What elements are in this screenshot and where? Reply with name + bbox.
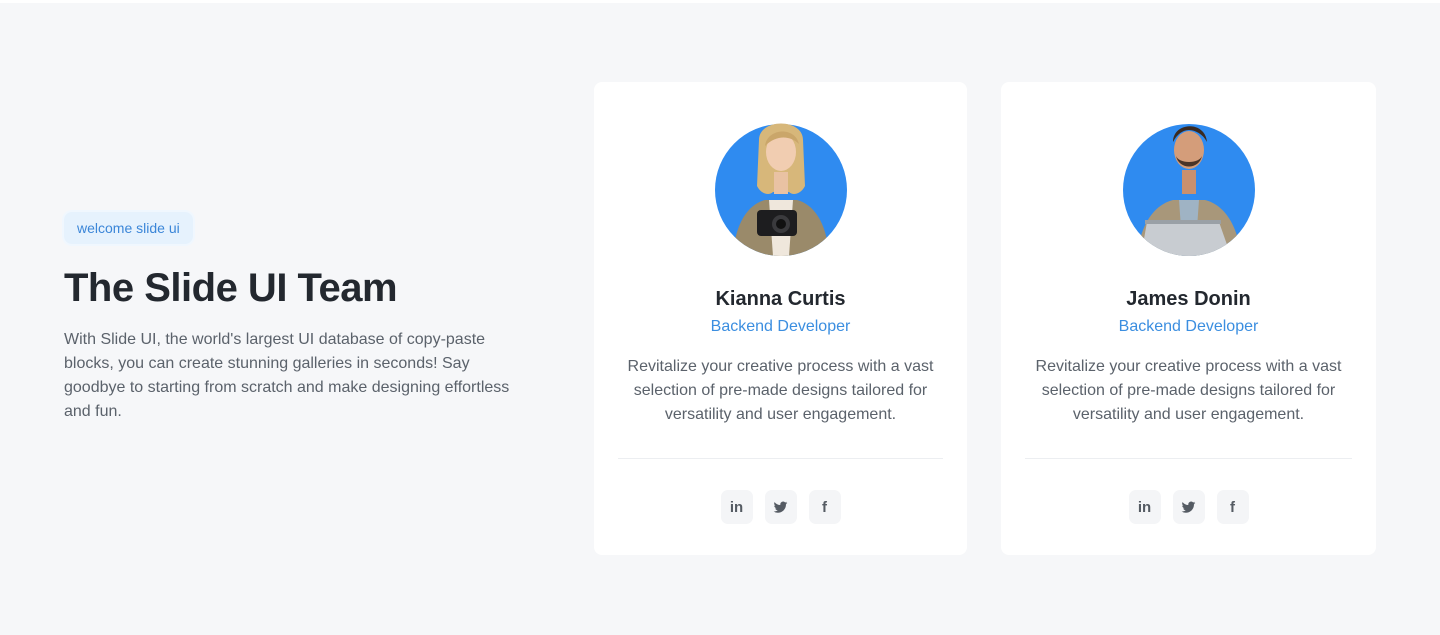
facebook-button[interactable]: f (1216, 490, 1249, 524)
twitter-button[interactable] (1172, 490, 1205, 524)
social-links: in f (1001, 490, 1376, 524)
social-links: in f (594, 490, 967, 524)
section-description: With Slide UI, the world's largest UI da… (64, 331, 510, 420)
linkedin-button[interactable]: in (720, 490, 753, 524)
linkedin-icon: in (729, 498, 744, 516)
team-intro: welcome slide ui The Slide UI Team With … (64, 212, 534, 424)
twitter-icon (773, 501, 788, 513)
twitter-button[interactable] (764, 490, 797, 524)
welcome-badge: welcome slide ui (64, 212, 193, 244)
member-bio: Revitalize your creative process with a … (1035, 358, 1342, 423)
facebook-icon: f (1230, 498, 1235, 516)
facebook-icon: f (822, 498, 827, 516)
section-title: The Slide UI Team (64, 266, 398, 310)
facebook-button[interactable]: f (808, 490, 841, 524)
avatar (1122, 124, 1255, 256)
top-border (0, 0, 1440, 3)
team-member-card: Kianna Curtis Backend Developer Revitali… (594, 82, 967, 555)
member-bio: Revitalize your creative process with a … (627, 358, 934, 423)
member-name: James Donin (1126, 288, 1251, 310)
avatar (714, 123, 847, 256)
divider (618, 458, 943, 459)
member-role: Backend Developer (710, 318, 851, 335)
linkedin-button[interactable]: in (1128, 490, 1161, 524)
member-role: Backend Developer (1118, 318, 1259, 335)
team-member-card: James Donin Backend Developer Revitalize… (1001, 82, 1376, 555)
twitter-icon (1181, 501, 1196, 513)
divider (1025, 458, 1352, 459)
linkedin-icon: in (1137, 498, 1152, 516)
avatar-photo (732, 123, 829, 256)
member-name: Kianna Curtis (715, 288, 846, 310)
avatar-photo (1136, 126, 1241, 256)
